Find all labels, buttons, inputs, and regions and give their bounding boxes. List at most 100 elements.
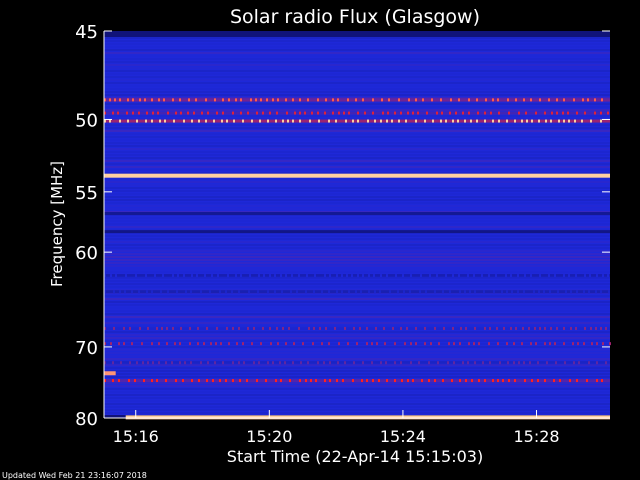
band-dash bbox=[129, 361, 131, 365]
band-dash bbox=[608, 290, 610, 294]
x-tick-label: 15:28 bbox=[513, 427, 559, 446]
band-dash bbox=[182, 379, 184, 383]
band-dash bbox=[246, 379, 248, 383]
band-dash bbox=[437, 361, 439, 365]
band-dash bbox=[404, 342, 406, 346]
band-dash bbox=[213, 119, 215, 123]
band-dash bbox=[357, 274, 359, 278]
band-dash bbox=[594, 98, 596, 102]
band-dash bbox=[179, 342, 181, 346]
band-dash bbox=[119, 98, 121, 102]
band-dash bbox=[412, 111, 414, 115]
band-dash bbox=[395, 274, 397, 278]
band-dash bbox=[470, 119, 472, 123]
band-dash bbox=[398, 119, 400, 123]
texture-row bbox=[104, 73, 610, 75]
band-dash bbox=[120, 361, 122, 365]
band-dash bbox=[114, 98, 116, 102]
band-dash bbox=[179, 361, 181, 365]
band-dash bbox=[258, 274, 260, 278]
band-dash bbox=[317, 98, 319, 102]
band-dash bbox=[233, 119, 235, 123]
band-dash bbox=[334, 326, 336, 330]
band-dash bbox=[162, 274, 164, 278]
texture-row bbox=[104, 295, 610, 297]
spectrogram-chart: Solar radio Flux (Glasgow) 45 50 55 60 70 80 1… bbox=[0, 0, 640, 480]
band-dash bbox=[260, 342, 262, 346]
band-dash bbox=[421, 379, 423, 383]
texture-row bbox=[104, 64, 610, 66]
band-dash bbox=[249, 274, 251, 278]
band-dash bbox=[420, 274, 422, 278]
band-dash bbox=[243, 361, 245, 365]
band-dash bbox=[484, 326, 486, 330]
band-dash bbox=[285, 98, 287, 102]
texture-row bbox=[104, 46, 610, 48]
band-dash bbox=[428, 361, 430, 365]
band-dash bbox=[242, 342, 244, 346]
band-dash bbox=[112, 361, 114, 365]
band-dash bbox=[151, 98, 153, 102]
band-dash bbox=[232, 326, 234, 330]
band-dash bbox=[222, 111, 224, 115]
band-dash bbox=[118, 379, 120, 383]
band-dash bbox=[196, 274, 198, 278]
band-dash bbox=[584, 111, 586, 115]
band-dash bbox=[523, 98, 525, 102]
band-dash bbox=[219, 290, 221, 294]
band-dash bbox=[152, 361, 154, 365]
band-dash bbox=[195, 98, 197, 102]
band-dash bbox=[510, 274, 512, 278]
band-dash bbox=[595, 290, 597, 294]
texture-row bbox=[104, 394, 610, 396]
band-dash bbox=[602, 274, 604, 278]
band-dash bbox=[600, 326, 602, 330]
band-dash bbox=[563, 342, 565, 346]
band-dash bbox=[407, 111, 409, 115]
band-dash bbox=[164, 119, 166, 123]
band-dash bbox=[167, 290, 169, 294]
band-dash bbox=[374, 119, 376, 123]
texture-row bbox=[104, 199, 610, 201]
chart-title: Solar radio Flux (Glasgow) bbox=[230, 6, 480, 28]
texture-row bbox=[104, 400, 610, 402]
band-dash bbox=[568, 274, 570, 278]
band-dash bbox=[142, 361, 144, 365]
band-dash bbox=[216, 326, 218, 330]
texture-row bbox=[104, 256, 610, 258]
band-dash bbox=[459, 290, 461, 294]
band-dash bbox=[483, 290, 485, 294]
band-dash bbox=[200, 361, 202, 365]
band-dash bbox=[222, 361, 224, 365]
band-dash bbox=[332, 111, 334, 115]
band-dash bbox=[372, 379, 374, 383]
band-dash bbox=[590, 326, 592, 330]
band-dash bbox=[476, 119, 478, 123]
band-dash bbox=[490, 111, 492, 115]
band-dash bbox=[163, 98, 165, 102]
texture-row bbox=[104, 340, 610, 342]
band-dash bbox=[451, 379, 453, 383]
y-tick-label: 70 bbox=[75, 338, 98, 359]
texture-row bbox=[104, 370, 610, 372]
band-dash bbox=[160, 290, 162, 294]
band-dash bbox=[528, 326, 530, 330]
burst bbox=[104, 371, 116, 376]
band-dash bbox=[562, 111, 564, 115]
band-dash bbox=[317, 111, 319, 115]
texture-row bbox=[104, 43, 610, 45]
updated-timestamp: Updated Wed Feb 21 23:16:07 2018 bbox=[2, 471, 147, 480]
band-dash bbox=[555, 361, 557, 365]
band-dash bbox=[596, 361, 598, 365]
texture-row bbox=[104, 349, 610, 351]
band-dash bbox=[235, 98, 237, 102]
band-dash bbox=[198, 119, 200, 123]
band-dash bbox=[232, 361, 234, 365]
band-dash bbox=[481, 274, 483, 278]
band-dash bbox=[257, 290, 259, 294]
band-dash bbox=[380, 274, 382, 278]
band-dash bbox=[588, 361, 590, 365]
band-dash bbox=[434, 326, 436, 330]
band-dash bbox=[256, 111, 258, 115]
texture-row bbox=[104, 316, 610, 318]
